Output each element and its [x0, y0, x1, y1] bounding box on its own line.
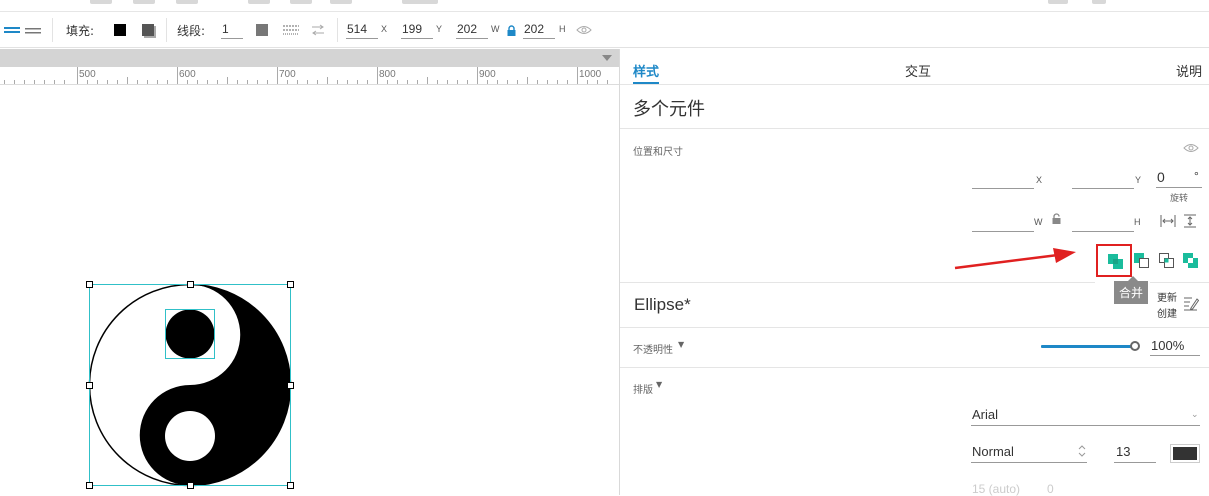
ruler-label: 600: [179, 69, 196, 80]
stroke-width-field[interactable]: 1: [221, 21, 243, 39]
annotation-arrow: [954, 248, 1076, 270]
opacity-slider[interactable]: [1041, 345, 1133, 348]
w-label: W: [1034, 217, 1043, 227]
rotation-unit: °: [1194, 169, 1199, 183]
y-field[interactable]: 199: [401, 21, 433, 39]
y-label: Y: [1135, 175, 1142, 185]
format-toolbar: 填充: 线段: 1 514 X 199 Y 202 W 202 H: [0, 12, 1209, 48]
fit-height-icon[interactable]: [1183, 214, 1197, 228]
ruler-label: 500: [79, 69, 96, 80]
fit-width-icon[interactable]: [1160, 214, 1176, 228]
opacity-slider-handle[interactable]: [1130, 341, 1140, 351]
font-family-chevron-icon[interactable]: ⌄: [1191, 409, 1199, 420]
lock-icon[interactable]: [507, 12, 516, 48]
w-axis-label: W: [491, 24, 500, 34]
menu-strip: [0, 0, 1209, 12]
h-label: H: [1134, 217, 1141, 227]
shadow-icon[interactable]: [142, 12, 154, 48]
unlock-icon[interactable]: [1052, 213, 1061, 224]
ruler-label: 900: [479, 69, 496, 80]
stroke-pattern-icon[interactable]: [283, 12, 299, 48]
create-label[interactable]: 创建: [1157, 305, 1177, 320]
eye-icon[interactable]: [576, 12, 592, 48]
text-color-picker[interactable]: [1170, 444, 1200, 463]
horizontal-ruler: 500 600 700 800 900 1000: [0, 49, 619, 85]
exclude-icon[interactable]: [1182, 252, 1200, 270]
x-field[interactable]: 514: [346, 21, 378, 39]
subtract-icon[interactable]: [1133, 252, 1151, 270]
h-axis-label: H: [559, 24, 566, 34]
ruler-label: 800: [379, 69, 396, 80]
stroke-color-swatch[interactable]: [256, 12, 268, 48]
opacity-caret-icon[interactable]: ▼: [678, 340, 684, 349]
design-canvas[interactable]: [0, 85, 619, 495]
update-label[interactable]: 更新: [1157, 289, 1177, 304]
y-axis-label: Y: [436, 24, 443, 34]
letter-spacing-input[interactable]: 0: [1047, 482, 1054, 496]
x-axis-label: X: [381, 24, 388, 34]
x-position-input[interactable]: [972, 188, 1034, 189]
height-input[interactable]: [1072, 231, 1134, 232]
inspector-panel: 样式 交互 说明 多个元件 位置和尺寸 X Y 0 ° 旋转 W H 合并 El…: [619, 49, 1209, 496]
merge-tooltip: 合并: [1114, 276, 1149, 304]
font-size-input[interactable]: 13: [1116, 444, 1130, 459]
width-input[interactable]: [972, 231, 1034, 232]
tab-interaction[interactable]: 交互: [905, 61, 931, 80]
opacity-value[interactable]: 100%: [1151, 338, 1184, 353]
font-family-select[interactable]: Arial: [972, 407, 998, 422]
highlight-box: [1096, 244, 1132, 277]
tab-style[interactable]: 样式: [633, 61, 659, 80]
position-size-label: 位置和尺寸: [633, 147, 683, 158]
height-field[interactable]: 202: [523, 21, 555, 39]
ruler-label: 700: [279, 69, 296, 80]
visibility-eye-icon[interactable]: [1183, 143, 1199, 153]
fill-label: 填充:: [66, 23, 95, 38]
panel-title: 多个元件: [633, 99, 705, 120]
intersect-icon[interactable]: [1158, 252, 1176, 270]
x-label: X: [1036, 175, 1043, 185]
opacity-label: 不透明性: [633, 345, 673, 356]
yin-yang-shape[interactable]: [88, 283, 292, 487]
edit-style-icon[interactable]: [1183, 295, 1199, 311]
align-left-icon[interactable]: [4, 12, 20, 48]
width-field[interactable]: 202: [456, 21, 488, 39]
ruler-label: 1000: [579, 69, 602, 80]
rotation-input[interactable]: 0: [1157, 169, 1165, 185]
rotation-label: 旋转: [1170, 194, 1189, 204]
tab-notes[interactable]: 说明: [1176, 61, 1202, 80]
fill-color-swatch[interactable]: [114, 12, 126, 48]
typography-label: 排版: [633, 385, 653, 396]
arrow-style-icon[interactable]: [311, 12, 325, 48]
font-style-select[interactable]: Normal: [972, 444, 1014, 459]
line-height-input[interactable]: 15 (auto): [972, 482, 1020, 496]
ruler-dropdown-icon[interactable]: [602, 55, 612, 61]
align-right-icon[interactable]: [25, 12, 41, 48]
stroke-label: 线段:: [177, 23, 206, 38]
component-name[interactable]: Ellipse*: [634, 295, 691, 315]
font-style-stepper-icon[interactable]: [1078, 444, 1086, 458]
y-position-input[interactable]: [1072, 188, 1134, 189]
typography-caret-icon[interactable]: ▼: [656, 380, 662, 389]
